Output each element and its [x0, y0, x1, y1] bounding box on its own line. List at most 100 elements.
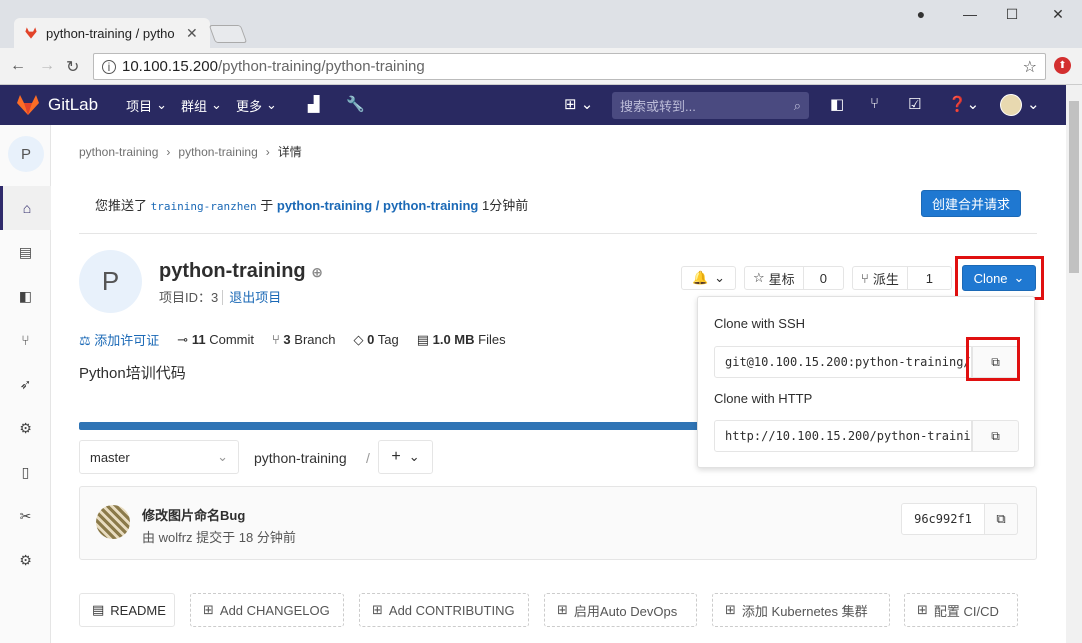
search-input[interactable]: 搜索或转到... ⌕: [612, 92, 809, 119]
clone-dropdown: Clone with SSH git@10.100.15.200:python-…: [697, 296, 1035, 468]
info-icon[interactable]: i: [102, 59, 116, 74]
configure-cicd-button[interactable]: ⊞ 配置 CI/CD: [904, 593, 1018, 627]
commits-link[interactable]: ⊸ 11 Commit: [177, 332, 254, 348]
sidebar-ci-rocket-icon[interactable]: ➶: [0, 362, 51, 406]
copy-http-icon[interactable]: ⧉: [972, 420, 1019, 452]
commit-icon: ⊸: [177, 331, 189, 347]
project-meta: 项目ID：3 退出项目: [159, 287, 282, 306]
sidebar-snippets-icon[interactable]: ✂: [0, 494, 51, 538]
browser-tab[interactable]: python-training / pytho ✕: [14, 18, 210, 48]
sidebar-merge-requests-icon[interactable]: ⑂: [0, 318, 51, 362]
fork-icon: ⑂: [861, 270, 869, 286]
back-icon[interactable]: ←: [10, 57, 26, 75]
gitlab-navbar: GitLab 项目 ⌄ 群组 ⌄ 更多 ⌄ ▟ 🔧 ⊞ ⌄ 搜索或转到... ⌕ ◧ …: [0, 85, 1066, 125]
issues-icon[interactable]: ◧: [830, 95, 844, 113]
push-branch-link[interactable]: training-ranzhen: [151, 200, 257, 213]
url-path: /python-training/python-training: [217, 58, 425, 75]
add-kubernetes-button[interactable]: ⊞ 添加 Kubernetes 集群: [712, 593, 890, 627]
maximize-icon[interactable]: ☐: [997, 6, 1027, 23]
close-window-icon[interactable]: ✕: [1043, 6, 1073, 23]
star-label: 星标: [768, 271, 795, 287]
tab-title: python-training / pytho: [46, 25, 175, 41]
readme-button[interactable]: ▤ README: [79, 593, 175, 627]
file-icon: ▤: [92, 602, 105, 617]
breadcrumb-group[interactable]: python-training: [79, 145, 158, 159]
gitlab-brand: GitLab: [48, 95, 99, 114]
menu-groups-label: 群组: [181, 98, 208, 114]
notification-button[interactable]: 🔔 ⌄: [681, 266, 736, 290]
gitlab-logo-icon: [17, 95, 39, 115]
add-contributing-button[interactable]: ⊞ Add CONTRIBUTING: [359, 593, 529, 627]
chevron-down-icon: ⌄: [156, 97, 168, 112]
search-placeholder: 搜索或转到...: [620, 99, 696, 114]
plus-icon: +: [391, 448, 401, 465]
page-scrollbar[interactable]: [1066, 85, 1082, 643]
menu-more[interactable]: 更多 ⌄: [236, 96, 277, 115]
sidebar-issues-icon[interactable]: ◧: [0, 274, 51, 318]
ssh-title: Clone with SSH: [714, 316, 806, 331]
author-avatar[interactable]: [96, 505, 130, 539]
new-plus-icon[interactable]: ⊞ ⌄: [564, 95, 593, 113]
tab-close-icon[interactable]: ✕: [186, 25, 198, 42]
new-tab-button[interactable]: [208, 25, 248, 43]
add-changelog-button[interactable]: ⊞ Add CHANGELOG: [190, 593, 344, 627]
sidebar-home-icon[interactable]: ⌂: [0, 186, 51, 230]
add-license-link[interactable]: ⚖ 添加许可证: [79, 330, 159, 349]
tags-link[interactable]: ◇ 0 Tag: [353, 332, 398, 348]
star-button[interactable]: ☆ 星标 0: [744, 266, 844, 290]
chevron-down-icon: ⌄: [408, 449, 420, 464]
project-description: Python培训代码: [79, 365, 186, 382]
sidebar-project-avatar[interactable]: P: [8, 136, 44, 172]
url-host: 10.100.15.200: [122, 58, 218, 75]
files-link[interactable]: ▤ 1.0 MB Files: [417, 332, 506, 348]
create-merge-request-button[interactable]: 创建合并请求: [921, 190, 1021, 217]
profile-icon[interactable]: ●: [906, 6, 936, 22]
help-icon[interactable]: ❓⌄: [948, 95, 979, 113]
menu-projects[interactable]: 项目 ⌄: [126, 96, 167, 115]
minimize-icon[interactable]: —: [955, 6, 985, 22]
sidebar-repository-icon[interactable]: ▤: [0, 230, 51, 274]
sidebar-settings-icon[interactable]: ⚙: [0, 538, 51, 582]
admin-wrench-icon[interactable]: 🔧: [346, 95, 365, 113]
copy-sha-icon[interactable]: ⧉: [984, 503, 1018, 535]
gitlab-home-link[interactable]: GitLab: [16, 94, 98, 116]
url-field[interactable]: i 10.100.15.200/python-training/python-t…: [93, 53, 1046, 80]
chevron-right-icon: ›: [265, 144, 270, 159]
branch-select[interactable]: master ⌄: [79, 440, 239, 474]
tag-icon: ◇: [353, 331, 364, 347]
user-avatar[interactable]: [1000, 94, 1022, 116]
repo-path[interactable]: python-training: [254, 450, 347, 466]
ssh-url-input[interactable]: git@10.100.15.200:python-training/python…: [714, 346, 972, 378]
plus-square-icon: ⊞: [917, 602, 928, 617]
enable-auto-devops-button[interactable]: ⊞ 启用Auto DevOps: [544, 593, 697, 627]
chevron-down-icon[interactable]: ⌄: [1027, 95, 1040, 113]
bookmark-star-icon[interactable]: ☆: [1023, 57, 1037, 77]
sidebar-operations-icon[interactable]: ⚙: [0, 406, 51, 450]
branches-link[interactable]: ⑂ 3 Branch: [272, 332, 336, 347]
todos-icon[interactable]: ☑: [908, 95, 921, 113]
commit-sha[interactable]: 96c992f1: [901, 503, 985, 535]
merge-requests-icon[interactable]: ⑂: [870, 95, 879, 112]
kubernetes-label: 添加 Kubernetes 集群: [741, 603, 868, 619]
extension-icon[interactable]: ⬆: [1054, 57, 1071, 74]
size-value: 1.0 MB: [432, 331, 475, 347]
add-file-dropdown[interactable]: + ⌄: [378, 440, 433, 474]
reload-icon[interactable]: ↻: [66, 57, 79, 77]
commit-title[interactable]: 修改图片命名Bug: [142, 505, 245, 524]
fork-button[interactable]: ⑂ 派生 1: [852, 266, 952, 290]
breadcrumb-project[interactable]: python-training: [178, 145, 257, 159]
push-project-link[interactable]: python-training / python-training: [277, 198, 478, 213]
project-id: 项目ID：3: [159, 290, 219, 305]
language-bar: [79, 422, 699, 430]
scrollbar-thumb[interactable]: [1069, 101, 1079, 273]
menu-groups[interactable]: 群组 ⌄: [181, 96, 222, 115]
project-stats: ⚖ 添加许可证 ⊸ 11 Commit ⑂ 3 Branch ◇ 0 Tag ▤…: [79, 330, 506, 349]
menu-projects-label: 项目: [126, 98, 153, 114]
cicd-label: 配置 CI/CD: [933, 603, 999, 619]
activity-chart-icon[interactable]: ▟: [308, 95, 320, 113]
sidebar-wiki-icon[interactable]: ▯: [0, 450, 51, 494]
forward-icon[interactable]: →: [39, 57, 55, 75]
http-url-input[interactable]: http://10.100.15.200/python-training/pyt…: [714, 420, 972, 452]
branch-icon: ⑂: [271, 332, 280, 347]
leave-project-link[interactable]: 退出项目: [222, 290, 282, 305]
